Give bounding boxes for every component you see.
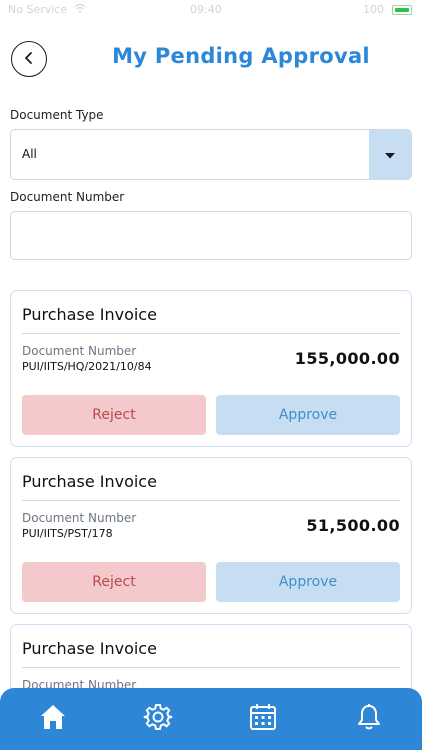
dropdown-button[interactable] xyxy=(369,130,411,179)
calendar-icon xyxy=(248,702,278,736)
reject-button[interactable]: Reject xyxy=(22,562,206,602)
wifi-icon xyxy=(74,3,86,16)
approve-button[interactable]: Approve xyxy=(216,562,400,602)
card-divider xyxy=(22,500,400,501)
status-bar: No Service 09:40 100 xyxy=(0,0,422,22)
card-title: Purchase Invoice xyxy=(22,305,157,324)
amount-value: 51,500.00 xyxy=(306,516,400,535)
gear-icon xyxy=(143,702,173,736)
document-number-value: PUI/IITS/PST/178 xyxy=(22,527,113,540)
amount-value: 155,000.00 xyxy=(294,349,400,368)
document-type-label: Document Type xyxy=(10,108,104,122)
document-type-select[interactable]: All xyxy=(10,129,412,180)
page-title: My Pending Approval xyxy=(112,44,370,68)
document-type-value: All xyxy=(22,147,37,161)
home-icon xyxy=(38,702,68,736)
card-divider xyxy=(22,667,400,668)
chevron-left-icon xyxy=(22,50,36,69)
document-number-label: Document Number xyxy=(10,190,125,204)
bell-icon xyxy=(354,702,384,736)
document-number-input[interactable] xyxy=(10,211,412,260)
card-title: Purchase Invoice xyxy=(22,639,157,658)
document-number-caption: Document Number xyxy=(22,511,137,525)
bottom-nav xyxy=(0,688,422,750)
document-number-value: PUI/IITS/HQ/2021/10/84 xyxy=(22,360,152,373)
approval-card: Purchase Invoice Document Number PUI/IIT… xyxy=(10,290,412,447)
document-number-caption: Document Number xyxy=(22,344,137,358)
nav-calendar[interactable] xyxy=(246,702,280,736)
reject-button[interactable]: Reject xyxy=(22,395,206,435)
status-time: 09:40 xyxy=(190,3,222,16)
carrier-text: No Service xyxy=(8,3,68,16)
nav-settings[interactable] xyxy=(141,702,175,736)
card-divider xyxy=(22,333,400,334)
card-title: Purchase Invoice xyxy=(22,472,157,491)
nav-home[interactable] xyxy=(36,702,70,736)
approval-card: Purchase Invoice Document Number PUI/IIT… xyxy=(10,457,412,614)
caret-down-icon xyxy=(384,145,396,164)
back-button[interactable] xyxy=(11,41,47,77)
nav-notifications[interactable] xyxy=(352,702,386,736)
approve-button[interactable]: Approve xyxy=(216,395,400,435)
battery-icon xyxy=(392,5,412,15)
battery-percent: 100 xyxy=(363,3,384,16)
